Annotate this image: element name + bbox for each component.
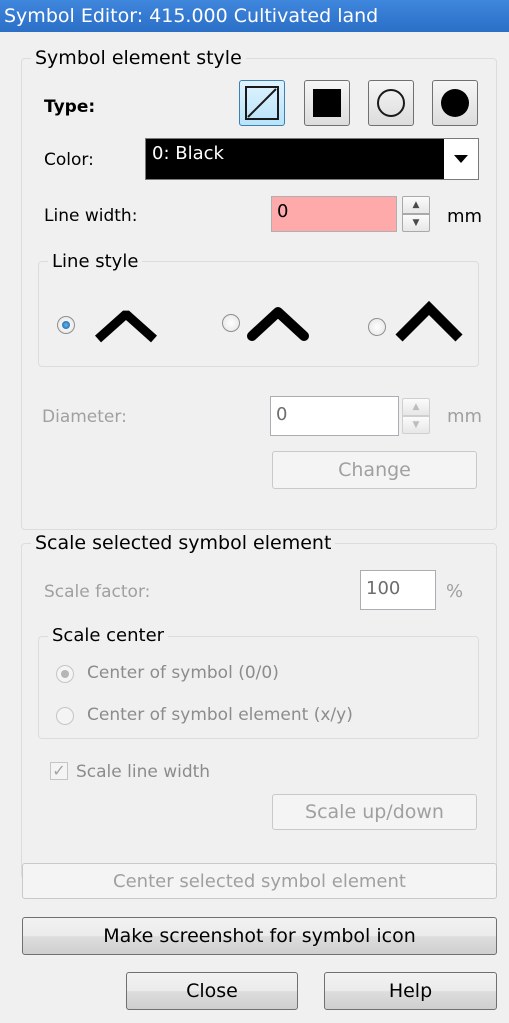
color-value: 0: Black <box>152 143 224 164</box>
scale-up-down-button[interactable]: Scale up/down <box>272 794 477 830</box>
line-style-flat-radio[interactable] <box>57 316 75 334</box>
make-screenshot-button[interactable]: Make screenshot for symbol icon <box>22 917 497 955</box>
chevron-down-icon[interactable] <box>444 139 478 179</box>
line-width-input[interactable]: 0 <box>271 196 397 232</box>
close-button[interactable]: Close <box>126 972 298 1010</box>
line-style-round-radio[interactable] <box>222 314 240 332</box>
scale-center-title: Scale center <box>48 625 169 647</box>
line-width-unit: mm <box>447 206 483 227</box>
spin-up-icon[interactable]: ▲ <box>402 398 430 416</box>
filled-circle-icon <box>441 89 469 117</box>
center-of-element-label: Center of symbol element (x/y) <box>87 705 353 725</box>
diameter-spinner[interactable]: ▲ ▼ <box>402 398 430 434</box>
center-of-element-radio[interactable] <box>56 707 74 725</box>
type-circle-button[interactable] <box>368 80 414 126</box>
line-width-spinner[interactable]: ▲ ▼ <box>402 196 430 232</box>
miter-join-line-icon <box>395 300 463 342</box>
color-label: Color: <box>44 150 94 170</box>
round-cap-line-icon <box>247 307 309 341</box>
scale-factor-label: Scale factor: <box>44 582 151 602</box>
spin-up-icon[interactable]: ▲ <box>402 196 430 214</box>
filled-square-icon <box>313 89 341 117</box>
scale-factor-unit: % <box>446 581 464 602</box>
flat-cap-line-icon <box>95 310 157 343</box>
line-width-label: Line width: <box>44 206 138 226</box>
center-of-symbol-label: Center of symbol (0/0) <box>87 663 279 683</box>
center-of-symbol-radio[interactable] <box>56 665 74 683</box>
diameter-input[interactable]: 0 <box>270 396 399 436</box>
scale-factor-input[interactable]: 100 <box>360 570 436 610</box>
scale-element-title: Scale selected symbol element <box>31 532 336 554</box>
center-selected-element-button[interactable]: Center selected symbol element <box>22 863 497 899</box>
line-style-title: Line style <box>48 251 143 273</box>
type-line-button[interactable] <box>239 80 285 126</box>
diameter-label: Diameter: <box>42 407 127 427</box>
type-dot-button[interactable] <box>432 80 478 126</box>
window-title: Symbol Editor: 415.000 Cultivated land <box>0 0 509 32</box>
symbol-element-style-title: Symbol element style <box>31 47 246 69</box>
scale-line-width-checkbox[interactable]: ✓ <box>50 762 68 780</box>
spin-down-icon[interactable]: ▼ <box>402 214 430 232</box>
line-type-icon <box>245 86 279 120</box>
help-button[interactable]: Help <box>324 972 497 1010</box>
symbol-editor-dialog: Symbol element style Type: Color: 0: Bla… <box>0 32 509 1023</box>
scale-line-width-label: Scale line width <box>76 762 211 782</box>
color-select[interactable]: 0: Black <box>145 138 479 180</box>
spin-down-icon[interactable]: ▼ <box>402 416 430 434</box>
type-label: Type: <box>44 97 96 117</box>
diameter-unit: mm <box>447 406 483 427</box>
type-area-button[interactable] <box>304 80 350 126</box>
circle-outline-icon <box>377 89 405 117</box>
line-style-miter-radio[interactable] <box>368 318 386 336</box>
change-button[interactable]: Change <box>272 451 477 489</box>
